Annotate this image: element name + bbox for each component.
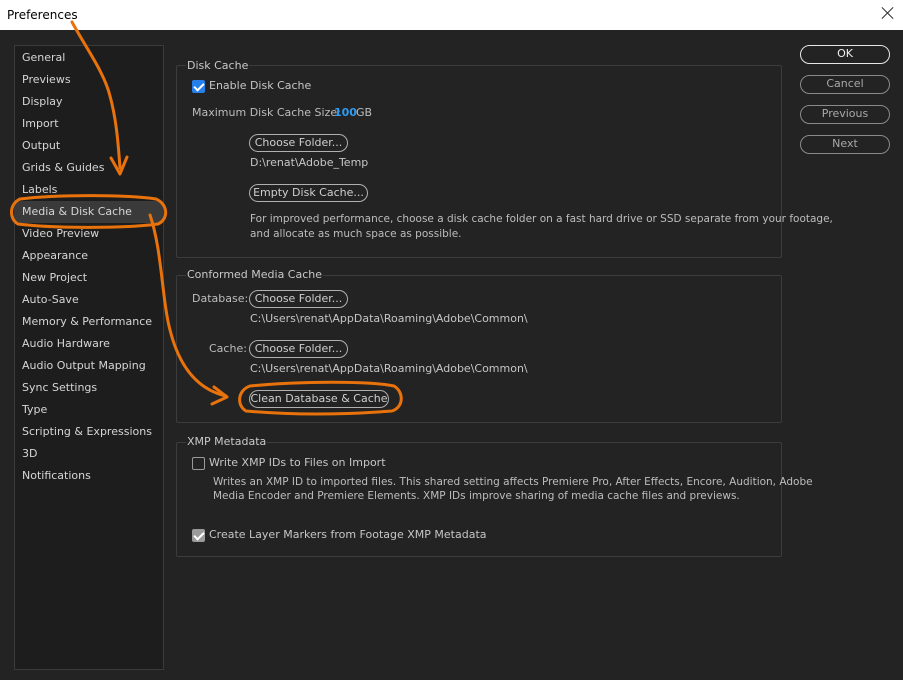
sidebar-item-audio-output-mapping[interactable]: Audio Output Mapping (15, 355, 163, 377)
sidebar-item-appearance[interactable]: Appearance (15, 245, 163, 267)
create-layer-markers-checkbox[interactable] (192, 529, 205, 542)
disk-cache-title: Disk Cache (186, 59, 250, 72)
disk-cache-info-line1: For improved performance, choose a disk … (250, 213, 833, 225)
max-cache-size-unit: GB (356, 106, 373, 119)
sidebar-item-new-project[interactable]: New Project (15, 267, 163, 289)
sidebar-item-labels[interactable]: Labels (15, 179, 163, 201)
empty-disk-cache-button[interactable]: Empty Disk Cache... (249, 184, 368, 202)
sidebar-item-previews[interactable]: Previews (15, 69, 163, 91)
sidebar-item-video-preview[interactable]: Video Preview (15, 223, 163, 245)
sidebar-item-display[interactable]: Display (15, 91, 163, 113)
close-icon[interactable] (881, 6, 895, 20)
database-label: Database: (192, 292, 249, 305)
cache-label: Cache: (209, 342, 247, 355)
conformed-media-cache-title: Conformed Media Cache (186, 268, 324, 281)
sidebar-item-output[interactable]: Output (15, 135, 163, 157)
cancel-button[interactable]: Cancel (800, 75, 890, 94)
write-xmp-desc-line2: Media Encoder and Premiere Elements. XMP… (213, 490, 740, 502)
disk-cache-info-line2: and allocate as much space as possible. (250, 228, 462, 240)
sidebar-item-type[interactable]: Type (15, 399, 163, 421)
create-layer-markers-label: Create Layer Markers from Footage XMP Me… (209, 528, 487, 541)
sidebar-item-auto-save[interactable]: Auto-Save (15, 289, 163, 311)
sidebar-item-notifications[interactable]: Notifications (15, 465, 163, 487)
sidebar-item-media-disk-cache[interactable]: Media & Disk Cache (15, 201, 163, 223)
clean-database-cache-button[interactable]: Clean Database & Cache (249, 390, 389, 408)
sidebar-item-import[interactable]: Import (15, 113, 163, 135)
cache-path: C:\Users\renat\AppData\Roaming\Adobe\Com… (250, 362, 528, 375)
write-xmp-desc-line1: Writes an XMP ID to imported files. This… (213, 476, 813, 488)
ok-button[interactable]: OK (800, 45, 890, 64)
disk-cache-folder-path: D:\renat\Adobe_Temp (250, 156, 369, 169)
enable-disk-cache-checkbox[interactable] (192, 80, 205, 93)
max-cache-size-value[interactable]: 100 (334, 106, 357, 119)
sidebar-item-general[interactable]: General (15, 47, 163, 69)
sidebar-item-sync-settings[interactable]: Sync Settings (15, 377, 163, 399)
sidebar-item-3d[interactable]: 3D (15, 443, 163, 465)
write-xmp-ids-checkbox[interactable] (192, 457, 205, 470)
next-button[interactable]: Next (800, 135, 890, 154)
sidebar-item-grids-guides[interactable]: Grids & Guides (15, 157, 163, 179)
write-xmp-ids-label: Write XMP IDs to Files on Import (209, 456, 386, 469)
xmp-metadata-title: XMP Metadata (186, 435, 268, 448)
preferences-sidebar: General Previews Display Import Output G… (14, 45, 164, 670)
window-title: Preferences (7, 8, 78, 22)
sidebar-item-audio-hardware[interactable]: Audio Hardware (15, 333, 163, 355)
title-bar: Preferences (0, 0, 903, 30)
sidebar-item-memory-performance[interactable]: Memory & Performance (15, 311, 163, 333)
cache-choose-folder-button[interactable]: Choose Folder... (249, 340, 348, 358)
previous-button[interactable]: Previous (800, 105, 890, 124)
database-choose-folder-button[interactable]: Choose Folder... (249, 290, 348, 308)
disk-cache-choose-folder-button[interactable]: Choose Folder... (249, 134, 348, 152)
enable-disk-cache-label: Enable Disk Cache (209, 79, 312, 92)
sidebar-item-scripting-expressions[interactable]: Scripting & Expressions (15, 421, 163, 443)
max-cache-size-label: Maximum Disk Cache Size: (192, 106, 341, 119)
database-path: C:\Users\renat\AppData\Roaming\Adobe\Com… (250, 312, 528, 325)
